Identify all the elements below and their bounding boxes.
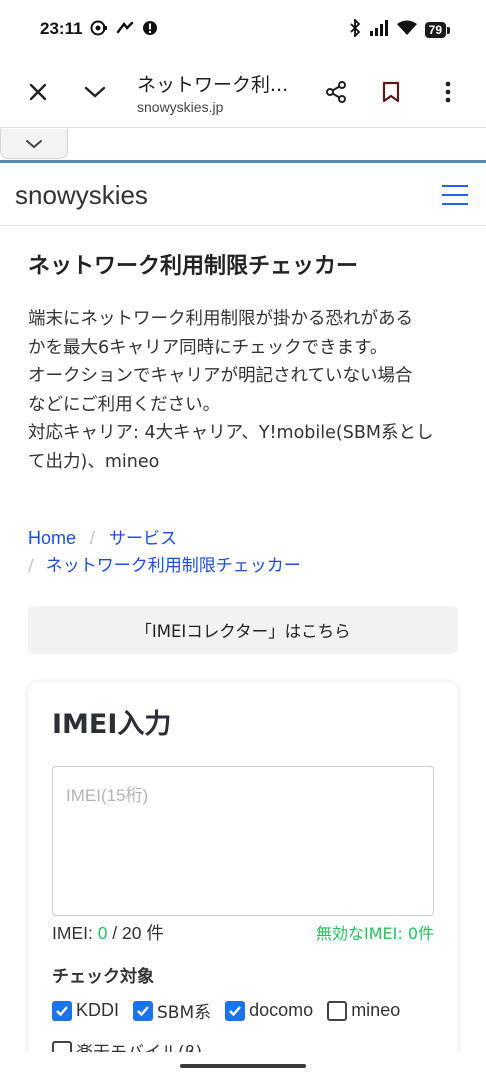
breadcrumb-line-2: / ネットワーク利用制限チェッカー — [28, 551, 301, 576]
breadcrumb-separator: / — [90, 528, 96, 548]
imei-count-label: IMEI: — [52, 923, 98, 943]
carrier-checkbox-sbm[interactable]: SBM系 — [133, 998, 211, 1023]
imei-count-suffix: / 20 件 — [107, 923, 164, 943]
carrier-label: SBM系 — [157, 1003, 212, 1023]
breadcrumb-services-link[interactable]: サービス — [109, 529, 177, 549]
bookmark-icon[interactable] — [373, 74, 409, 110]
collapse-toolbar-tab[interactable] — [0, 129, 68, 159]
imei-count-value: 0 — [97, 923, 108, 943]
description-line: 対応キャリア: 4大キャリア、Y!mobile(SBM系とし — [28, 423, 434, 443]
close-icon[interactable] — [20, 74, 56, 110]
share-icon[interactable] — [318, 74, 354, 110]
carrier-label: KDDI — [76, 1000, 120, 1020]
check-target-label: チェック対象 — [52, 967, 154, 987]
page-title: ネットワーク利用制限チェッカー — [28, 254, 359, 279]
carrier-label: mineo — [351, 1000, 401, 1020]
hamburger-menu-icon[interactable] — [442, 185, 468, 205]
imei-collector-button[interactable]: 「IMEIコレクター」はこちら — [28, 606, 458, 654]
checkbox-checked-icon[interactable] — [225, 1000, 246, 1021]
bluetooth-icon — [349, 17, 361, 41]
description-line: て出力)、mineo — [28, 451, 160, 472]
more-vert-icon[interactable] — [430, 74, 466, 110]
status-time: 23:11 — [40, 19, 83, 38]
carrier-label: docomo — [249, 1000, 314, 1020]
imei-count: IMEI: 0 / 20 件 — [52, 920, 164, 945]
battery-indicator: 79 — [424, 22, 451, 38]
toolbar-divider — [0, 127, 486, 128]
description-line: かを最大6キャリア同時にチェックできます。 — [28, 337, 388, 358]
invalid-imei-count: 無効なIMEI: 0件 — [315, 924, 434, 943]
browser-toolbar: ネットワーク利... snowyskies.jp — [0, 56, 486, 128]
link-app-icon — [116, 20, 134, 40]
home-gesture-handle[interactable] — [180, 1064, 306, 1068]
site-logo-text[interactable]: snowyskies — [15, 180, 148, 211]
description-line: などにご利用ください。 — [28, 394, 221, 415]
checkbox-checked-icon[interactable] — [52, 1000, 72, 1021]
signal-icon — [369, 20, 389, 40]
gesture-navigation-bar — [0, 1052, 486, 1080]
carrier-checkbox-kddi[interactable]: KDDI — [52, 1000, 119, 1021]
imei-card-title: IMEI入力 — [52, 709, 172, 740]
breadcrumb-current-link[interactable]: ネットワーク利用制限チェッカー — [46, 556, 301, 576]
wifi-icon — [396, 20, 417, 40]
page-description: 端末にネットワーク利用制限が掛かる恐れがある かを最大6キャリア同時にチェックで… — [28, 305, 468, 476]
breadcrumb: Home / サービス — [28, 524, 177, 549]
browser-url: snowyskies.jp — [137, 99, 224, 115]
breadcrumb-separator: / — [28, 556, 34, 576]
site-header: snowyskies — [0, 163, 486, 226]
chevron-down-icon[interactable] — [77, 74, 113, 110]
breadcrumb-home-link[interactable]: Home — [28, 528, 76, 548]
carrier-checkbox-mineo[interactable]: mineo — [327, 1000, 400, 1021]
description-line: オークションでキャリアが明記されていない場合 — [28, 366, 413, 386]
browser-page-title: ネットワーク利... — [137, 74, 289, 96]
chevron-down-small-icon — [25, 134, 43, 153]
carrier-checkbox-row: KDDI SBM系 docomo mineo — [52, 998, 414, 1023]
status-bar: 23:11 79 — [0, 0, 486, 56]
camera-app-icon — [90, 20, 108, 40]
carrier-checkbox-docomo[interactable]: docomo — [225, 1000, 313, 1021]
checkbox-unchecked-icon[interactable] — [327, 1000, 348, 1021]
checkbox-checked-icon[interactable] — [133, 1000, 154, 1021]
imei-input-card: IMEI入力 IMEI: 0 / 20 件 無効なIMEI: 0件 チェック対象… — [28, 682, 458, 1080]
imei-input[interactable] — [52, 766, 434, 916]
alert-icon — [142, 20, 158, 40]
description-line: 端末にネットワーク利用制限が掛かる恐れがある — [28, 309, 413, 329]
imei-count-row: IMEI: 0 / 20 件 無効なIMEI: 0件 — [52, 920, 434, 945]
